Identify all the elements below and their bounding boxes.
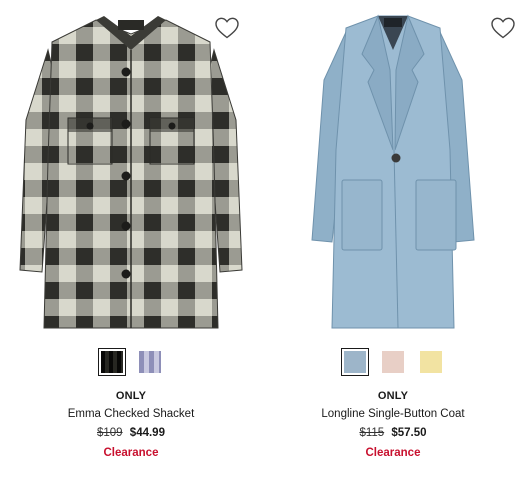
swatch-butter-yellow — [420, 351, 442, 373]
sale-price: $57.50 — [391, 427, 427, 439]
product-card[interactable]: ONLY Emma Checked Shacket $109 $44.99 Cl… — [0, 0, 262, 479]
color-swatch[interactable] — [417, 348, 445, 376]
swatch-light-blue — [344, 351, 366, 373]
swatch-check-lavender — [139, 351, 161, 373]
product-image-checked-shacket[interactable] — [8, 10, 254, 340]
original-price: $109 — [97, 427, 123, 439]
product-name-link[interactable]: Emma Checked Shacket — [0, 408, 262, 420]
clearance-badge: Clearance — [365, 447, 421, 459]
color-swatch-selected[interactable] — [98, 348, 126, 376]
color-swatch[interactable] — [136, 348, 164, 376]
color-swatch-selected[interactable] — [341, 348, 369, 376]
clearance-badge: Clearance — [103, 447, 159, 459]
sale-price: $44.99 — [129, 427, 165, 439]
product-card[interactable]: ONLY Longline Single-Button Coat $115 $5… — [262, 0, 524, 479]
color-swatch[interactable] — [379, 348, 407, 376]
brand-name: ONLY — [377, 390, 409, 402]
price: $115 $57.50 — [262, 427, 524, 439]
wishlist-heart-icon[interactable] — [214, 16, 240, 40]
wishlist-heart-icon[interactable] — [490, 16, 516, 40]
checked-shacket-illustration — [19, 16, 243, 329]
longline-coat-illustration — [311, 14, 475, 329]
swatch-blush — [382, 351, 404, 373]
original-price: $115 — [359, 427, 385, 439]
price: $109 $44.99 — [0, 427, 262, 439]
brand-name: ONLY — [115, 390, 147, 402]
color-swatches — [0, 348, 262, 376]
product-image-longline-coat[interactable] — [270, 10, 516, 340]
color-swatches — [262, 348, 524, 376]
product-name-link[interactable]: Longline Single-Button Coat — [262, 408, 524, 420]
swatch-check-dark — [101, 351, 123, 373]
